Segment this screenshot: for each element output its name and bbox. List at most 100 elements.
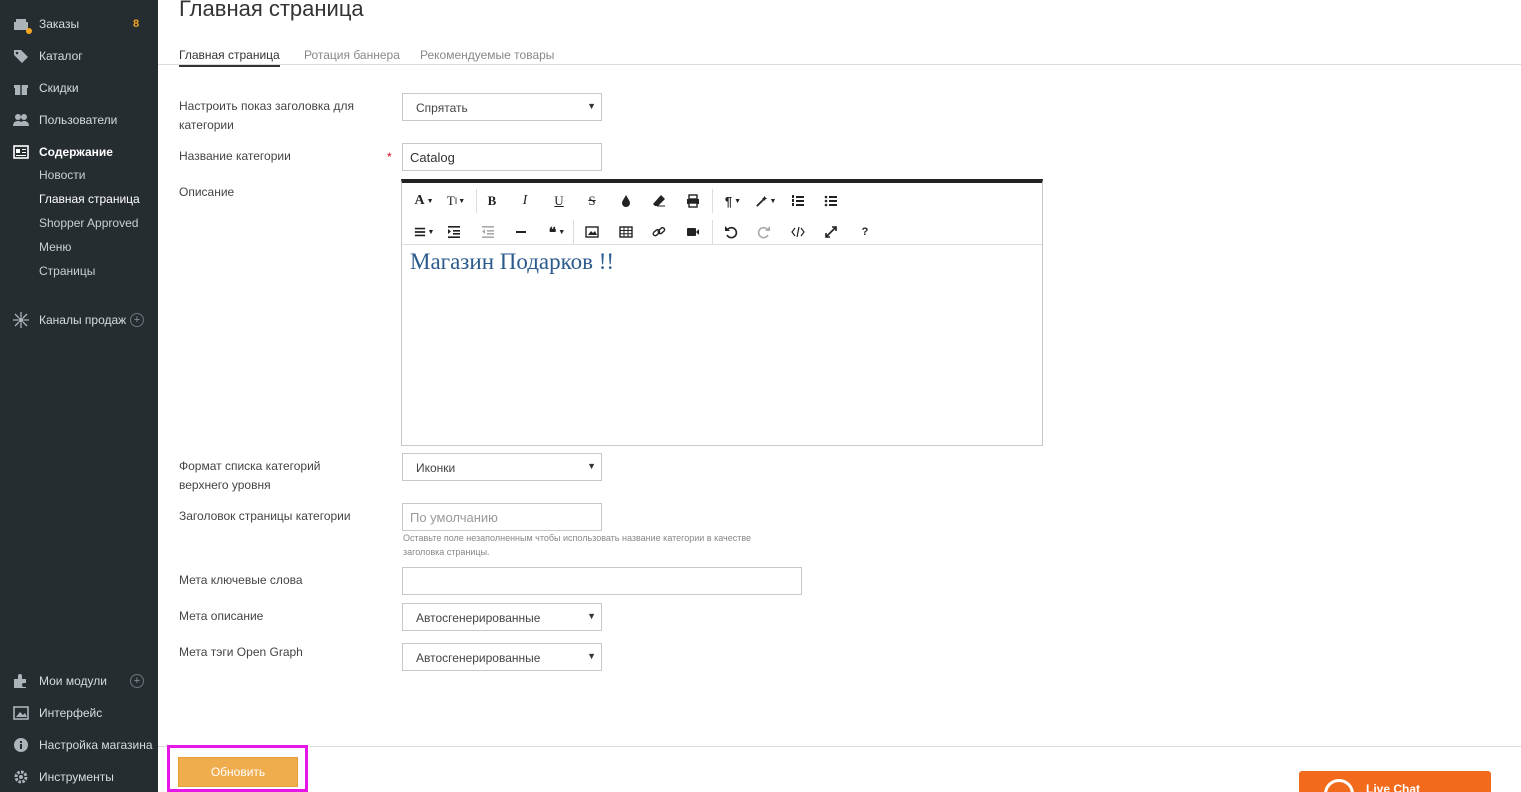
dropdown-arrow-icon: ▼ <box>587 611 596 621</box>
sidebar-item-sales-channels[interactable]: Каналы продаж + <box>0 308 158 332</box>
newspaper-icon <box>13 144 29 160</box>
add-module-icon[interactable]: + <box>130 674 144 688</box>
info-icon <box>13 737 29 753</box>
help-icon[interactable]: ? <box>853 220 877 244</box>
table-icon[interactable] <box>614 220 638 244</box>
paragraph-icon[interactable]: ¶ ▼ <box>719 189 747 213</box>
print-icon[interactable] <box>681 189 705 213</box>
sidebar-item-discounts[interactable]: Скидки <box>0 76 158 100</box>
live-chat-label: Live Chat <box>1366 782 1421 792</box>
unordered-list-icon[interactable] <box>819 189 843 213</box>
add-channel-icon[interactable]: + <box>130 313 144 327</box>
sidebar-item-label: Содержание <box>39 145 113 159</box>
sidebar-item-store-settings[interactable]: Настройка магазина <box>0 733 158 757</box>
toolbar-separator <box>573 220 574 244</box>
page-title-hint: Оставьте поле незаполненным чтобы исполь… <box>403 533 752 557</box>
main-content: Главная страница Главная страница Ротаци… <box>158 0 1521 792</box>
meta-description-select[interactable]: Автосгенерированные ▼ <box>402 603 602 631</box>
highlight-box <box>167 745 308 792</box>
editor-content[interactable]: Магазин Подарков !! <box>410 249 614 275</box>
sidebar-item-label: Инструменты <box>39 770 114 784</box>
gift-icon <box>13 80 29 96</box>
sidebar-item-label: Заказы <box>39 17 80 31</box>
ordered-list-icon[interactable] <box>786 189 810 213</box>
redo-icon[interactable] <box>752 220 776 244</box>
category-name-input[interactable]: Catalog <box>402 143 602 171</box>
sidebar-subitem-pages[interactable]: Страницы <box>39 264 95 278</box>
meta-keywords-input[interactable] <box>402 567 802 595</box>
italic-icon[interactable]: I <box>513 189 537 213</box>
underline-icon[interactable]: U <box>547 189 571 213</box>
dropdown-arrow-icon: ▼ <box>587 101 596 111</box>
show-header-label: Настроить показ заголовка для категории <box>179 99 354 132</box>
live-chat-button[interactable]: Live Chat <box>1299 771 1491 792</box>
bold-icon[interactable]: B <box>480 189 504 213</box>
sidebar-item-content[interactable]: Содержание <box>0 140 158 164</box>
dropdown-arrow-icon: ▼ <box>587 461 596 471</box>
sidebar-item-tools[interactable]: Инструменты <box>0 765 158 789</box>
meta-og-select[interactable]: Автосгенерированные ▼ <box>402 643 602 671</box>
page-title: Главная страница <box>179 0 364 21</box>
sidebar-subitem-shopper-approved[interactable]: Shopper Approved <box>39 216 138 230</box>
sidebar-item-orders[interactable]: Заказы 8 <box>0 12 158 36</box>
sidebar-item-label: Мои модули <box>39 674 107 688</box>
video-icon[interactable] <box>681 220 705 244</box>
rich-text-editor: A ▼ T I ▼ B I U S ¶ ▼ ▼ ▼ ❝ ▼ ? Магазин … <box>401 179 1043 446</box>
sidebar-subitem-menu[interactable]: Меню <box>39 240 71 254</box>
outdent-icon[interactable] <box>476 220 500 244</box>
editor-toolbar: A ▼ T I ▼ B I U S ¶ ▼ ▼ ▼ ❝ ▼ ? <box>402 183 1042 245</box>
sidebar-item-users[interactable]: Пользователи <box>0 108 158 132</box>
meta-description-label: Мета описание <box>179 609 264 623</box>
tab-banner-rotation[interactable]: Ротация баннера <box>304 48 400 65</box>
tab-bar: Главная страница Ротация баннера Рекомен… <box>158 48 1521 67</box>
tab-homepage[interactable]: Главная страница <box>179 48 280 67</box>
sidebar-subitem-news[interactable]: Новости <box>39 168 85 182</box>
color-icon[interactable] <box>614 189 638 213</box>
orders-count-badge: 8 <box>133 18 140 30</box>
sidebar-item-label: Каналы продаж <box>39 313 127 327</box>
sidebar: Заказы 8 Каталог Скидки Пользователи Сод… <box>0 0 158 792</box>
sidebar-item-catalog[interactable]: Каталог <box>0 44 158 68</box>
page-title-input[interactable]: По умолчанию <box>402 503 602 531</box>
code-icon[interactable] <box>786 220 810 244</box>
indent-icon[interactable] <box>442 220 466 244</box>
toolbar-separator <box>476 189 477 213</box>
fullscreen-icon[interactable] <box>819 220 843 244</box>
notification-dot <box>26 28 32 34</box>
tag-icon <box>13 48 29 64</box>
toolbar-separator <box>712 220 713 244</box>
eraser-icon[interactable] <box>647 189 671 213</box>
font-icon[interactable]: A ▼ <box>410 189 438 213</box>
list-format-select[interactable]: Иконки ▼ <box>402 453 602 481</box>
undo-icon[interactable] <box>719 220 743 244</box>
quote-icon[interactable]: ❝ ▼ <box>543 220 571 244</box>
required-marker: * <box>387 150 392 164</box>
image-icon[interactable] <box>580 220 604 244</box>
sidebar-item-label: Скидки <box>39 81 79 95</box>
strikethrough-icon[interactable]: S <box>580 189 604 213</box>
gear-icon <box>13 769 29 785</box>
sidebar-subitem-homepage[interactable]: Главная страница <box>39 192 140 206</box>
tab-featured-products[interactable]: Рекомендуемые товары <box>420 48 554 65</box>
show-header-select[interactable]: Спрятать ▼ <box>402 93 602 121</box>
select-value: Спрятать <box>416 101 468 115</box>
magic-icon[interactable]: ▼ <box>752 189 780 213</box>
chat-icon <box>1324 779 1354 792</box>
align-icon[interactable]: ▼ <box>410 220 438 244</box>
link-icon[interactable] <box>647 220 671 244</box>
users-icon <box>13 112 29 128</box>
category-name-label: Название категории <box>179 149 291 163</box>
sidebar-item-label: Интерфейс <box>39 706 103 720</box>
select-value: Автосгенерированные <box>416 651 541 665</box>
description-label: Описание <box>179 185 235 199</box>
select-value: Автосгенерированные <box>416 611 541 625</box>
sidebar-item-modules[interactable]: Мои модули + <box>0 669 158 693</box>
meta-og-label: Мета тэги Open Graph <box>179 645 303 659</box>
hr-icon[interactable] <box>509 220 533 244</box>
meta-keywords-label: Мета ключевые слова <box>179 573 303 587</box>
text-size-icon[interactable]: T I ▼ <box>442 189 470 213</box>
dropdown-arrow-icon: ▼ <box>587 651 596 661</box>
picture-icon <box>13 705 29 721</box>
sidebar-item-interface[interactable]: Интерфейс <box>0 701 158 725</box>
puzzle-icon <box>13 673 29 689</box>
